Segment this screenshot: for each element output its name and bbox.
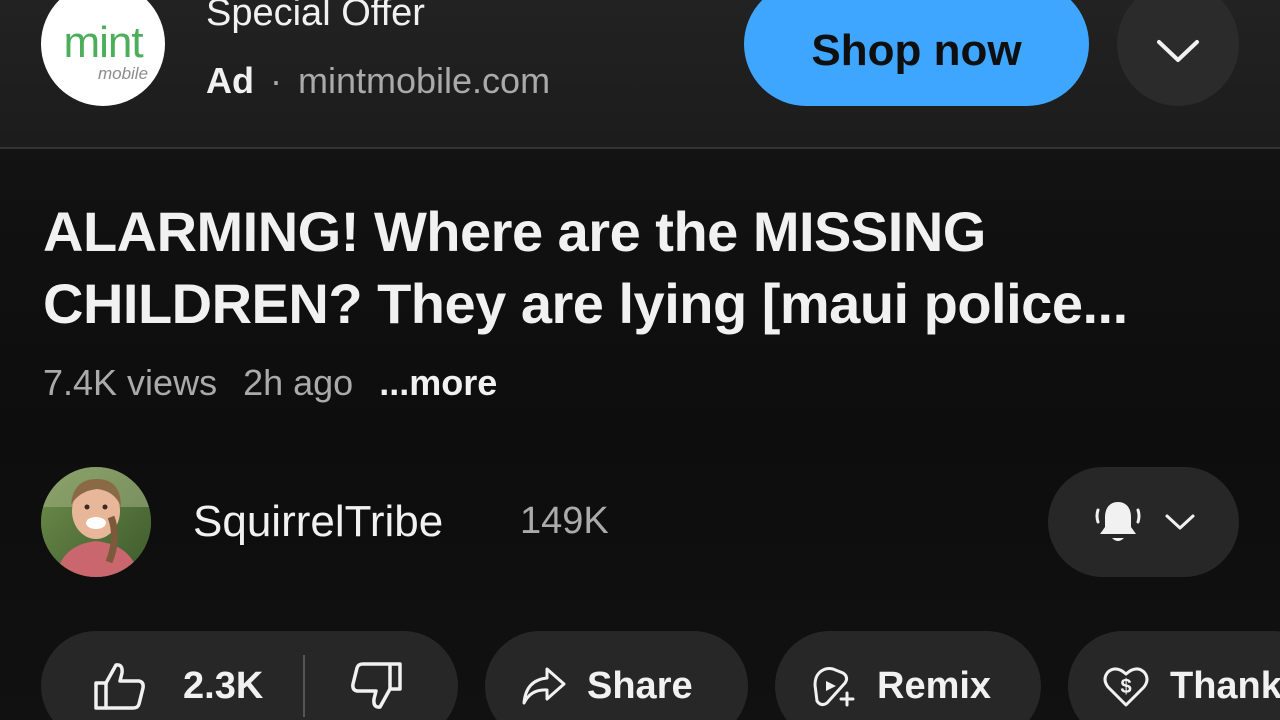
logo-subtext: mobile — [97, 63, 149, 83]
video-title-line-1: ALARMING! Where are the MISSING — [43, 200, 986, 263]
like-count: 2.3K — [183, 664, 264, 707]
shop-now-button[interactable]: Shop now — [744, 0, 1089, 106]
ad-expand-button[interactable] — [1117, 0, 1239, 106]
share-label: Share — [587, 664, 693, 707]
like-button[interactable]: 2.3K — [41, 661, 263, 711]
channel-avatar[interactable] — [41, 467, 151, 577]
svg-text:$: $ — [1120, 676, 1131, 698]
view-count: 7.4K views — [43, 362, 218, 403]
remix-label: Remix — [877, 664, 992, 707]
ad-meta: Ad · mintmobile.com — [206, 60, 550, 102]
thumbs-down-icon — [349, 661, 403, 711]
advertiser-logo[interactable]: mint mobile — [41, 0, 165, 106]
chevron-down-icon — [1156, 38, 1200, 64]
ad-domain: mintmobile.com — [298, 60, 551, 101]
chevron-down-icon — [1164, 512, 1196, 532]
share-arrow-icon — [521, 666, 567, 706]
ad-title[interactable]: Special Offer — [206, 0, 425, 35]
notification-button[interactable] — [1048, 467, 1239, 577]
video-title[interactable]: ALARMING! Where are the MISSING CHILDREN… — [43, 196, 1253, 340]
meta-separator: · — [270, 60, 282, 101]
ad-banner[interactable]: mint mobile Special Offer Ad · mintmobil… — [0, 0, 1280, 149]
thanks-button[interactable]: $ Thank — [1068, 631, 1280, 720]
thanks-label: Thank — [1170, 664, 1280, 707]
upload-age: 2h ago — [243, 362, 354, 403]
remix-icon — [811, 663, 857, 709]
video-title-line-2: CHILDREN? They are lying [maui police... — [43, 272, 1128, 335]
like-dislike-group: 2.3K — [41, 631, 458, 720]
more-link[interactable]: ...more — [379, 362, 497, 404]
heart-dollar-icon: $ — [1102, 664, 1150, 708]
remix-button[interactable]: Remix — [775, 631, 1041, 720]
dislike-button[interactable] — [349, 661, 403, 711]
channel-name[interactable]: SquirrelTribe — [193, 497, 443, 547]
subscriber-count: 149K — [520, 500, 609, 542]
ad-label: Ad — [206, 60, 254, 101]
thumbs-up-icon — [93, 661, 147, 711]
video-stats[interactable]: 7.4K views 2h ago ...more — [43, 362, 497, 404]
share-button[interactable]: Share — [485, 631, 748, 720]
like-separator — [303, 655, 306, 717]
logo-text: mint — [63, 17, 143, 67]
divider — [0, 147, 1280, 149]
bell-icon — [1092, 496, 1144, 548]
